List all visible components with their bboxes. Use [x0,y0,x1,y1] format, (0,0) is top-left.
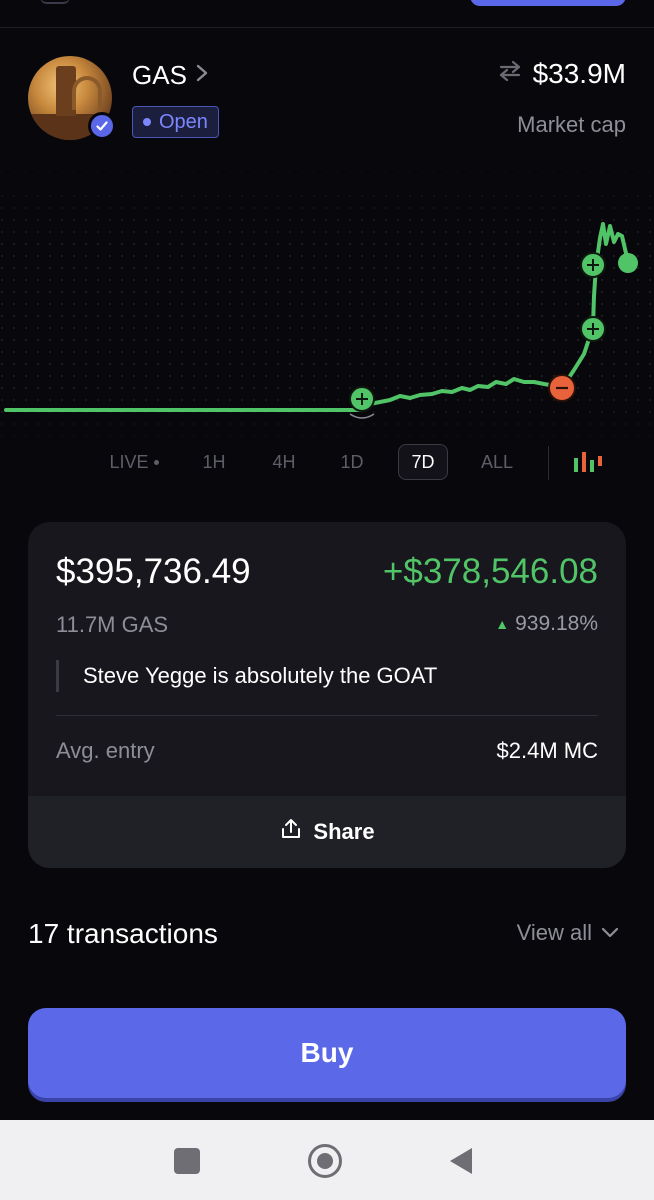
avg-entry-label: Avg. entry [56,738,155,763]
buy-button[interactable]: Buy [28,1008,626,1098]
buy-marker[interactable] [580,316,606,342]
position-value: $395,736.49 [56,552,251,591]
pnl-percent: ▲ 939.18% [495,612,598,636]
up-arrow-icon: ▲ [495,616,510,632]
share-button[interactable]: Share [28,796,626,868]
tab-label: 4H [272,451,296,472]
position-pnl: +$378,546.08 [382,552,598,591]
token-header: GAS Open $33.9M Market cap [0,28,654,158]
nav-back-icon[interactable] [450,1148,472,1174]
tab-label: 1D [340,451,364,472]
market-cap-toggle[interactable]: $33.9M [497,58,626,90]
price-chart[interactable] [0,158,654,448]
status-dot [143,118,151,126]
nav-home-icon[interactable] [308,1144,342,1178]
view-all-label: View all [516,920,592,945]
tab-label: 1H [202,451,226,472]
token-name-link[interactable]: GAS [132,60,209,91]
transactions-count: 17 transactions [28,918,218,949]
timeframe-selector: LIVE 1H 4H 1D 7D ALL [0,444,654,484]
market-cap-value: $33.9M [532,58,626,89]
view-all-button[interactable]: View all [517,920,620,946]
chevron-right-icon [195,62,209,90]
tab-label: ALL [480,451,514,472]
tab-label: LIVE [109,451,149,472]
system-nav-bar [0,1120,654,1200]
divider [56,715,598,716]
position-note: Steve Yegge is absolutely the GOAT [56,660,437,692]
tab-label: 7D [411,451,435,472]
candlestick-icon[interactable] [572,450,602,476]
nav-square-icon[interactable] [174,1148,200,1174]
top-element [40,0,70,4]
token-name: GAS [132,60,187,90]
tab-live[interactable]: LIVE [98,444,170,480]
tab-4h[interactable]: 4H [262,444,306,480]
share-icon [279,817,303,847]
swap-icon [497,60,523,88]
top-action-button[interactable] [470,0,626,6]
share-label: Share [313,819,375,844]
position-amount: 11.7M GAS [56,612,169,637]
sell-marker[interactable] [548,374,576,402]
tab-7d[interactable]: 7D [398,444,448,480]
chevron-down-icon [600,920,620,946]
market-cap-label: Market cap [517,112,626,137]
verified-icon [88,112,116,140]
status-label: Open [159,110,208,133]
tab-1d[interactable]: 1D [330,444,374,480]
tab-all[interactable]: ALL [474,444,520,480]
tab-1h[interactable]: 1H [192,444,236,480]
buy-label: Buy [300,1037,354,1068]
buy-marker[interactable] [349,386,375,412]
top-strip [0,0,654,28]
position-card: $395,736.49 +$378,546.08 11.7M GAS ▲ 939… [28,522,626,868]
divider [548,446,549,480]
avg-entry-value: $2.4M MC [496,738,598,763]
buy-marker[interactable] [580,252,606,278]
current-price-dot [618,253,638,273]
status-badge: Open [132,106,219,138]
live-dot-icon [153,459,159,465]
pnl-percent-value: 939.18% [515,612,598,635]
